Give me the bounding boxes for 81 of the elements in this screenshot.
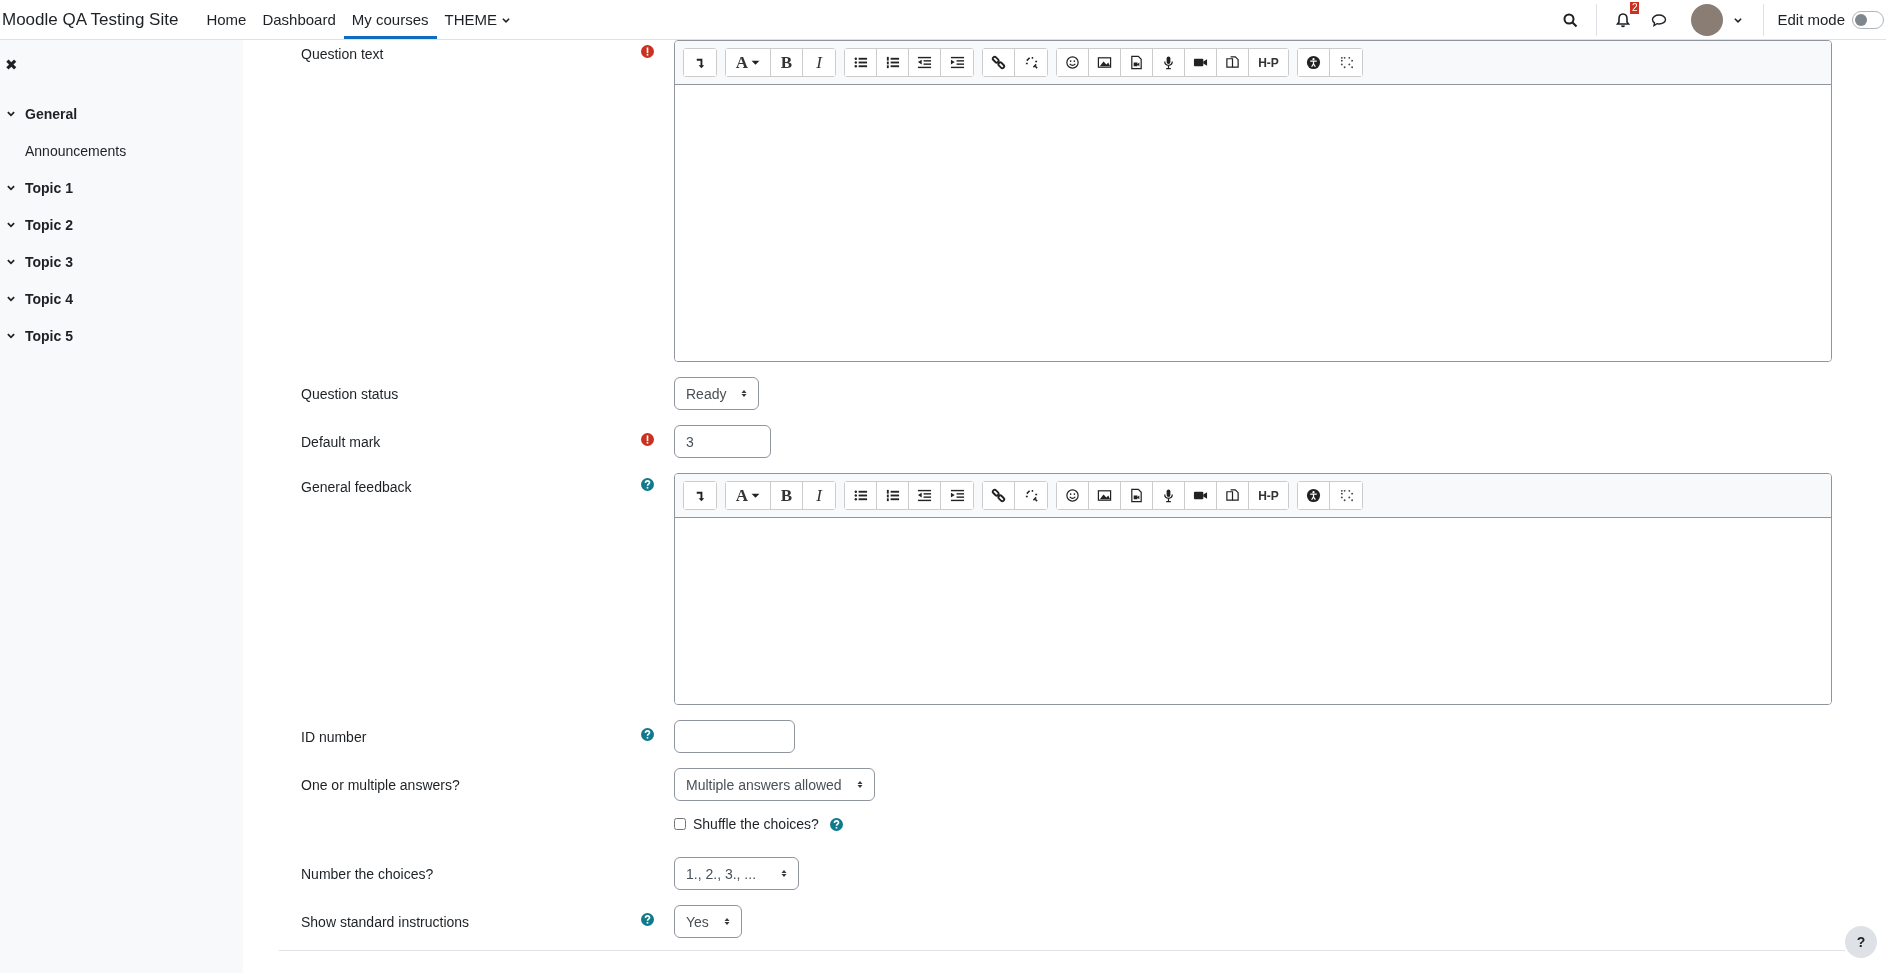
- link-icon: [991, 488, 1006, 503]
- sort-arrows-icon: [780, 868, 789, 879]
- field-label: General feedback: [301, 479, 412, 495]
- outdent-icon: [917, 488, 932, 503]
- section-link[interactable]: Topic 2: [25, 216, 73, 233]
- smiley-button[interactable]: [1057, 49, 1089, 76]
- link-button[interactable]: [983, 482, 1015, 509]
- bell-icon[interactable]: [1615, 11, 1632, 28]
- accessibility-icon: [1306, 488, 1321, 503]
- field-label: Default mark: [301, 434, 381, 450]
- site-name[interactable]: Moodle QA Testing Site: [0, 9, 179, 30]
- accessibility-button[interactable]: [1298, 482, 1330, 509]
- field-label: ID number: [301, 729, 367, 745]
- bullet-list-button[interactable]: [845, 482, 877, 509]
- activity-link[interactable]: Announcements: [0, 132, 243, 169]
- numbered-list-icon: [885, 55, 900, 70]
- text-input[interactable]: [674, 720, 795, 753]
- numbered-list-icon: [885, 488, 900, 503]
- close-drawer-button[interactable]: ✖: [5, 56, 243, 74]
- sort-arrows-icon: [740, 388, 749, 399]
- field-label: Show standard instructions: [301, 914, 470, 930]
- user-avatar[interactable]: [1691, 3, 1724, 36]
- help-icon[interactable]: [829, 817, 843, 831]
- section-link[interactable]: Topic 5: [25, 327, 73, 344]
- checkbox-label: Shuffle the choices?: [693, 816, 819, 832]
- search-icon[interactable]: [1562, 11, 1579, 28]
- dropdown-select[interactable]: 1., 2., 3., ...: [674, 857, 800, 890]
- indent-icon: [949, 55, 965, 70]
- section-link[interactable]: Topic 3: [25, 253, 73, 270]
- collapse-arrow-button[interactable]: [684, 49, 716, 76]
- nav-link[interactable]: Home: [198, 0, 255, 39]
- media-file-icon: [1129, 55, 1144, 70]
- link-button[interactable]: [983, 49, 1015, 76]
- format-button[interactable]: A: [726, 49, 771, 76]
- smiley-icon: [1065, 488, 1080, 503]
- collapse-arrow-button[interactable]: [684, 482, 716, 509]
- section-link[interactable]: Topic 4: [25, 290, 73, 307]
- link-icon: [991, 55, 1006, 70]
- bullet-list-button[interactable]: [845, 49, 877, 76]
- outdent-icon: [917, 55, 932, 70]
- dropdown-select[interactable]: Ready: [674, 377, 760, 410]
- braille-dots-icon: [1338, 55, 1354, 70]
- dropdown-select[interactable]: Multiple answers allowed: [674, 768, 875, 801]
- copy-files-icon: [1225, 488, 1240, 503]
- help-icon[interactable]: [641, 478, 654, 491]
- field-label: Question text: [301, 46, 384, 62]
- notification-count: 2: [1629, 1, 1640, 14]
- nav-link[interactable]: My courses: [343, 0, 437, 39]
- help-button[interactable]: ?: [1845, 926, 1877, 958]
- bullet-list-icon: [853, 488, 868, 503]
- nav-link[interactable]: Dashboard: [254, 0, 344, 39]
- field-label: Question status: [301, 386, 399, 402]
- microphone-icon: [1161, 488, 1176, 503]
- text-input[interactable]: 3: [674, 425, 771, 458]
- smiley-icon: [1065, 55, 1080, 70]
- braille-dots-icon: [1338, 488, 1354, 503]
- format-button[interactable]: A: [726, 482, 771, 509]
- section-link[interactable]: General: [25, 105, 78, 122]
- accessibility-icon: [1306, 55, 1321, 70]
- nav-link[interactable]: THEME: [436, 0, 519, 39]
- image-icon: [1097, 488, 1112, 503]
- edit-mode-label: Edit mode: [1777, 11, 1845, 28]
- bullet-list-icon: [853, 55, 868, 70]
- sort-arrows-icon: [722, 916, 731, 927]
- chat-bubble-icon[interactable]: [1651, 11, 1668, 28]
- copy-files-icon: [1225, 55, 1240, 70]
- smiley-button[interactable]: [1057, 482, 1089, 509]
- microphone-icon: [1161, 55, 1176, 70]
- indent-icon: [949, 488, 965, 503]
- field-label: One or multiple answers?: [301, 777, 460, 793]
- accessibility-button[interactable]: [1298, 49, 1330, 76]
- media-file-icon: [1129, 488, 1144, 503]
- field-label: Number the choices?: [301, 866, 434, 882]
- help-icon[interactable]: [641, 728, 654, 741]
- image-icon: [1097, 55, 1112, 70]
- edit-mode-toggle[interactable]: [1852, 10, 1884, 29]
- section-link[interactable]: Topic 1: [25, 179, 73, 196]
- sort-arrows-icon: [855, 779, 864, 790]
- help-icon[interactable]: [641, 913, 654, 926]
- shuffle-checkbox[interactable]: [674, 818, 686, 830]
- dropdown-select[interactable]: Yes: [674, 905, 742, 938]
